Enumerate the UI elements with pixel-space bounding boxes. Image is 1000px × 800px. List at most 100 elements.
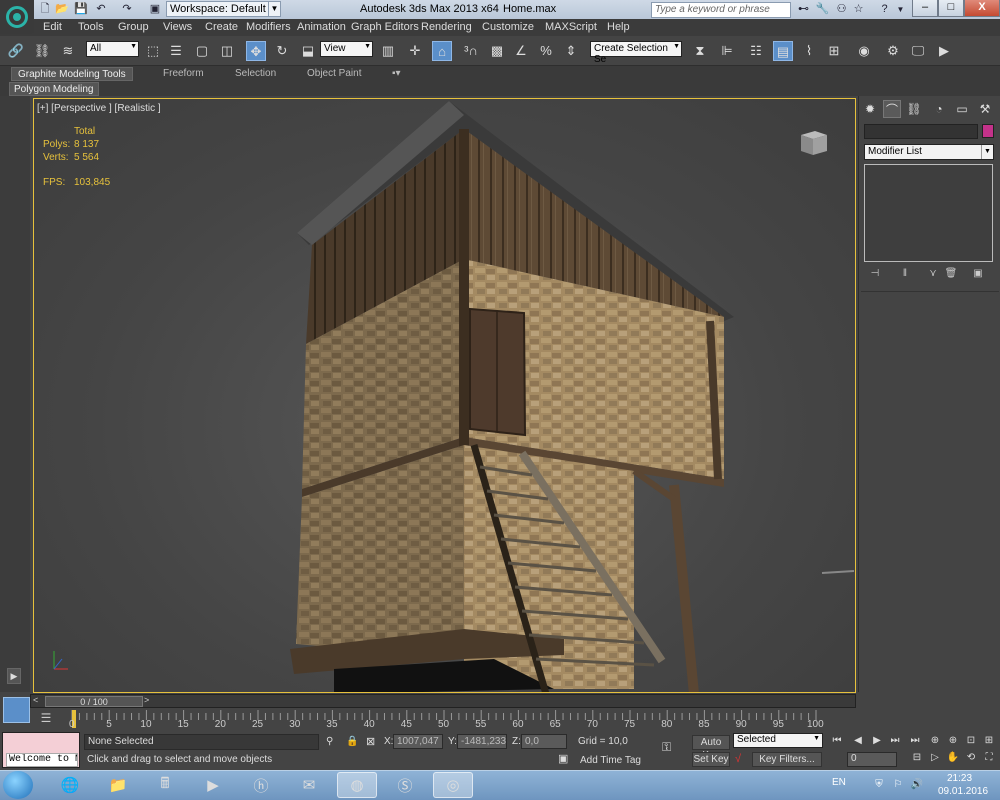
next-frame-icon[interactable]: ⏭: [888, 735, 902, 749]
pin-stack-icon[interactable]: ⊣: [867, 268, 883, 282]
tools-icon[interactable]: 🔧: [815, 2, 830, 17]
field-of-view-icon[interactable]: ▷: [928, 752, 942, 766]
display-tab-icon[interactable]: ▭: [953, 100, 971, 118]
internet-explorer-icon[interactable]: 🌐: [50, 772, 90, 798]
maximize-viewport-icon[interactable]: ⛶: [982, 752, 996, 766]
schematic-view-icon[interactable]: ⊞: [824, 41, 844, 61]
slider-right-arrow-icon[interactable]: >: [144, 695, 149, 705]
window-crossing-icon[interactable]: ◫: [217, 41, 237, 61]
motion-tab-icon[interactable]: ◔: [930, 100, 948, 118]
curve-editor-icon[interactable]: ⌇: [799, 41, 819, 61]
slider-left-arrow-icon[interactable]: <: [33, 695, 38, 705]
unlink-icon[interactable]: ⛓: [32, 41, 52, 61]
time-slider-thumb[interactable]: 0 / 100: [45, 696, 143, 707]
clock-time[interactable]: 21:23: [947, 773, 972, 784]
house-3d-model[interactable]: [34, 99, 856, 693]
skype-icon[interactable]: Ⓢ: [385, 772, 425, 798]
menu-graph-editors[interactable]: Graph Editors: [351, 21, 419, 33]
spinner-snap-icon[interactable]: ⇕: [561, 41, 581, 61]
menu-rendering[interactable]: Rendering: [421, 21, 472, 33]
selection-filter-dropdown[interactable]: All ▼: [86, 41, 139, 57]
go-to-start-icon[interactable]: ⏮: [830, 735, 844, 749]
tab-selection[interactable]: Selection: [229, 67, 282, 81]
show-end-result-icon[interactable]: ‖: [897, 268, 913, 282]
3dsmax-icon[interactable]: ◎: [433, 772, 473, 798]
ribbon-options-icon[interactable]: ▪▾: [386, 67, 407, 81]
object-name-field[interactable]: [864, 124, 978, 139]
select-and-rotate-icon[interactable]: ↻: [272, 41, 292, 61]
menu-edit[interactable]: Edit: [43, 21, 62, 33]
tray-icon[interactable]: ⚐: [891, 779, 905, 793]
menu-create[interactable]: Create: [205, 21, 238, 33]
graphite-toggle-icon[interactable]: ▤: [773, 41, 793, 61]
key-mode-dropdown[interactable]: Selected ▼: [733, 733, 823, 748]
previous-frame-icon[interactable]: ◀: [851, 735, 865, 749]
maximize-button[interactable]: □: [938, 0, 964, 17]
snaps-toggle-icon[interactable]: ³∩: [461, 41, 481, 61]
isolate-icon[interactable]: ⚲: [326, 736, 333, 747]
align-icon[interactable]: ⊫: [717, 41, 737, 61]
tab-graphite-modeling-tools[interactable]: Graphite Modeling Tools: [11, 67, 133, 81]
maxscript-input[interactable]: Welcome to M: [6, 753, 78, 767]
mini-viewport-icon[interactable]: [3, 697, 30, 723]
x-coordinate-field[interactable]: 1007,047: [393, 734, 443, 749]
zoom-extents-icon[interactable]: ⊡: [964, 735, 978, 749]
zoom-all-icon[interactable]: ⊕: [946, 735, 960, 749]
current-frame-field[interactable]: 0: [847, 752, 897, 767]
remove-modifier-icon[interactable]: 🗑: [943, 268, 959, 282]
material-editor-icon[interactable]: ◉: [854, 41, 874, 61]
auto-key-button[interactable]: Auto Key: [692, 735, 730, 761]
rendered-frame-icon[interactable]: 🖵: [908, 41, 928, 61]
expand-arrow-icon[interactable]: ▶: [7, 668, 21, 684]
angle-snap-icon[interactable]: ▩: [487, 41, 507, 61]
lock-icon[interactable]: 🔒: [346, 736, 358, 747]
bind-space-warp-icon[interactable]: ≋: [58, 41, 78, 61]
modifier-stack[interactable]: [864, 164, 993, 262]
menu-views[interactable]: Views: [163, 21, 192, 33]
communication-icon[interactable]: ⚇: [834, 2, 849, 17]
calculator-icon[interactable]: 🖩: [145, 772, 185, 798]
chevron-down-icon[interactable]: ▼: [893, 2, 908, 17]
volume-icon[interactable]: 🔊: [910, 779, 924, 793]
menu-modifiers[interactable]: Modifiers: [246, 21, 291, 33]
key-filters-button[interactable]: Key Filters...: [752, 752, 822, 767]
open-folder-icon[interactable]: 📂: [55, 2, 69, 16]
tab-object-paint[interactable]: Object Paint: [301, 67, 367, 81]
percent-snap-icon[interactable]: %: [536, 41, 556, 61]
clock-date[interactable]: 09.01.2016: [938, 786, 988, 797]
mirror-icon[interactable]: ⧗: [690, 41, 710, 61]
search-input[interactable]: Type a keyword or phrase: [651, 2, 791, 18]
play-icon[interactable]: ▶: [870, 735, 884, 749]
tab-freeform[interactable]: Freeform: [157, 67, 210, 81]
close-button[interactable]: X: [964, 0, 1000, 17]
mail-icon[interactable]: ✉: [289, 772, 329, 798]
named-selection-sets-dropdown[interactable]: Create Selection Se ▼: [590, 41, 682, 65]
pivot-center-icon[interactable]: ▥: [378, 41, 398, 61]
menu-customize[interactable]: Customize: [482, 21, 534, 33]
new-file-icon[interactable]: 🗋: [38, 2, 52, 16]
binoculars-icon[interactable]: ⊷: [796, 2, 811, 17]
time-tag-icon[interactable]: ▣: [558, 752, 572, 766]
application-menu-button[interactable]: [0, 0, 34, 34]
zoom-icon[interactable]: ⊕: [928, 735, 942, 749]
select-manipulate-icon[interactable]: ✛: [405, 41, 425, 61]
create-tab-icon[interactable]: ✹: [861, 100, 879, 118]
render-production-icon[interactable]: ▶: [934, 41, 954, 61]
menu-animation[interactable]: Animation: [297, 21, 346, 33]
object-color-swatch[interactable]: [982, 124, 994, 138]
redo-icon[interactable]: ↷: [120, 2, 134, 16]
angle-snap-toggle-icon[interactable]: ∠: [511, 41, 531, 61]
menu-tools[interactable]: Tools: [78, 21, 104, 33]
modify-tab-icon[interactable]: ⌒: [883, 100, 901, 118]
select-object-icon[interactable]: ⬚: [143, 41, 163, 61]
hp-icon[interactable]: ⓗ: [241, 772, 281, 798]
language-indicator[interactable]: EN: [832, 777, 846, 788]
maxscript-listener[interactable]: Welcome to M: [2, 732, 80, 768]
orbit-icon[interactable]: ⟲: [964, 752, 978, 766]
media-player-icon[interactable]: ▶: [193, 772, 233, 798]
save-icon[interactable]: 💾: [74, 2, 88, 16]
reference-coordinate-dropdown[interactable]: View ▼: [320, 41, 373, 57]
layer-manager-icon[interactable]: ☷: [746, 41, 766, 61]
modifier-list-dropdown[interactable]: Modifier List ▼: [864, 144, 994, 160]
utilities-tab-icon[interactable]: ⚒: [976, 100, 994, 118]
